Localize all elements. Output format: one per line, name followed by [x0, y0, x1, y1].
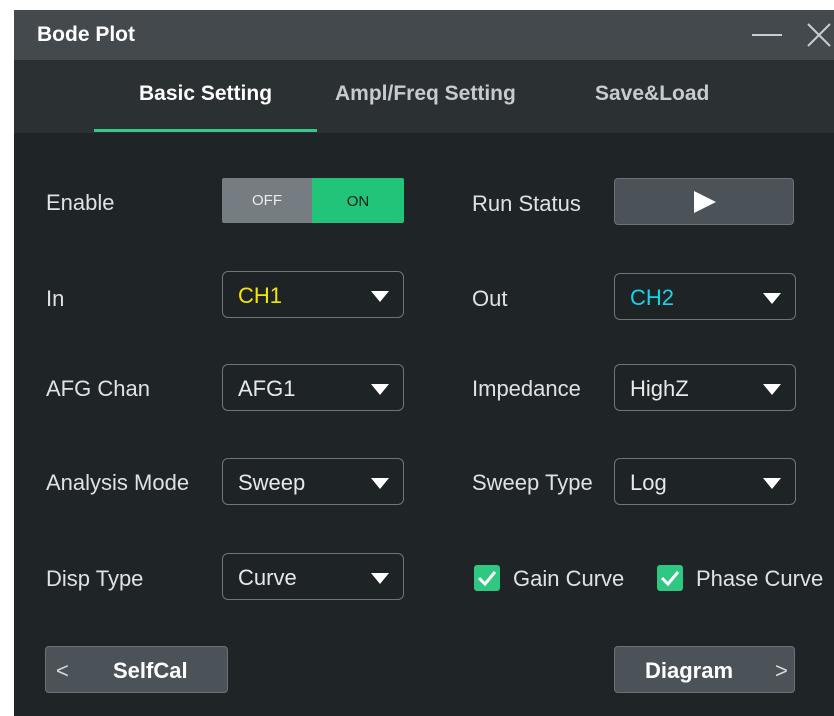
- tab-save-load[interactable]: Save&Load: [595, 82, 709, 132]
- analysis-mode-value: Sweep: [238, 470, 306, 495]
- afg-chan-select[interactable]: AFG1: [222, 364, 404, 411]
- checkmark-icon: [477, 571, 497, 587]
- dropdown-arrow-icon: [763, 384, 781, 395]
- chevron-right-icon: >: [775, 658, 788, 683]
- tab-basic-setting[interactable]: Basic Setting: [139, 82, 272, 132]
- diagram-label: Diagram: [645, 658, 734, 683]
- out-select[interactable]: CH2: [614, 273, 796, 320]
- active-tab-indicator: [94, 129, 317, 132]
- impedance-label: Impedance: [472, 376, 581, 401]
- dropdown-arrow-icon: [371, 291, 389, 302]
- impedance-value: HighZ: [630, 376, 689, 401]
- sweep-type-select[interactable]: Log: [614, 458, 796, 505]
- title-bar[interactable]: Bode Plot: [14, 10, 834, 60]
- dropdown-arrow-icon: [371, 478, 389, 489]
- enable-toggle[interactable]: OFF ON: [222, 178, 404, 223]
- in-label: In: [46, 286, 65, 311]
- diagram-button[interactable]: Diagram >: [614, 646, 795, 693]
- run-status-button[interactable]: [614, 178, 794, 225]
- analysis-mode-select[interactable]: Sweep: [222, 458, 404, 505]
- play-icon: [694, 191, 716, 213]
- enable-label: Enable: [46, 190, 115, 215]
- impedance-select[interactable]: HighZ: [614, 364, 796, 411]
- disp-type-value: Curve: [238, 565, 297, 590]
- dropdown-arrow-icon: [763, 478, 781, 489]
- dropdown-arrow-icon: [371, 573, 389, 584]
- gain-curve-label[interactable]: Gain Curve: [513, 566, 624, 592]
- tab-ampl-freq-setting[interactable]: Ampl/Freq Setting: [335, 82, 516, 132]
- in-select[interactable]: CH1: [222, 271, 404, 318]
- gain-curve-checkbox[interactable]: [474, 565, 500, 591]
- checkmark-icon: [660, 571, 680, 587]
- chevron-left-icon: <: [56, 658, 69, 683]
- sweep-type-label: Sweep Type: [472, 470, 593, 495]
- tab-bar: Basic Setting Ampl/Freq Setting Save&Loa…: [14, 60, 834, 133]
- enable-on-option[interactable]: ON: [312, 178, 404, 223]
- phase-curve-label[interactable]: Phase Curve: [696, 566, 823, 592]
- dropdown-arrow-icon: [763, 293, 781, 304]
- afg-chan-value: AFG1: [238, 376, 296, 401]
- selfcal-label: SelfCal: [113, 658, 188, 683]
- window-title: Bode Plot: [37, 23, 135, 46]
- out-value: CH2: [630, 285, 675, 310]
- dropdown-arrow-icon: [371, 384, 389, 395]
- analysis-mode-label: Analysis Mode: [46, 470, 190, 495]
- sweep-type-value: Log: [630, 470, 667, 495]
- phase-curve-checkbox[interactable]: [657, 565, 683, 591]
- enable-off-option[interactable]: OFF: [222, 178, 312, 223]
- selfcal-button[interactable]: < SelfCal: [45, 646, 228, 693]
- minimize-icon[interactable]: [752, 34, 782, 36]
- out-label: Out: [472, 286, 508, 311]
- bode-plot-window: Bode Plot Basic Setting Ampl/Freq Settin…: [14, 10, 834, 716]
- disp-type-select[interactable]: Curve: [222, 553, 404, 600]
- in-value: CH1: [238, 283, 283, 308]
- disp-type-label: Disp Type: [46, 566, 144, 591]
- run-status-label: Run Status: [472, 191, 581, 216]
- close-icon[interactable]: [804, 20, 834, 50]
- afg-chan-label: AFG Chan: [46, 376, 150, 401]
